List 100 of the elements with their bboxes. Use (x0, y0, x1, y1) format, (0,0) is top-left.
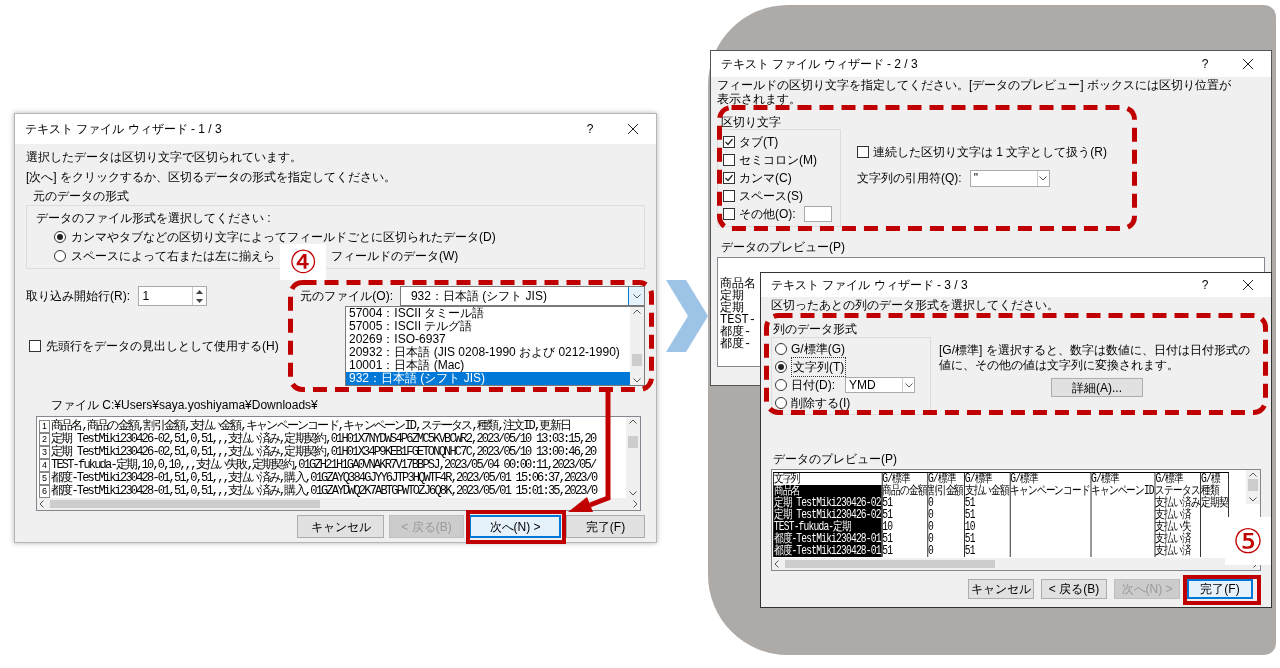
chevron-down-icon (632, 293, 641, 299)
checkbox-label: カンマ(C) (739, 170, 792, 187)
dropdown[interactable]: YMD (845, 377, 915, 393)
table-cell: 定期 TestMiki230426-02 (773, 509, 882, 521)
checkbox[interactable] (723, 172, 735, 184)
checkbox[interactable] (723, 190, 735, 202)
table-cell: 51 (881, 509, 928, 521)
radio-label: 文字列(T) (791, 357, 847, 377)
checkbox[interactable] (723, 208, 735, 220)
scrollbar-thumb[interactable] (628, 436, 638, 448)
table-cell: 0 (927, 521, 965, 533)
row-number: 4 (39, 459, 50, 472)
checkbox[interactable] (857, 146, 869, 158)
row-number: 1 (39, 420, 50, 433)
table-cell: 支払い済 (1155, 533, 1201, 545)
number-field[interactable]: 1 (137, 286, 208, 306)
radio-label: フィールドのデータ(W) (331, 247, 459, 265)
checkbox-label: タブ(T) (739, 134, 779, 151)
instruction-text: [次へ] をクリックするか、区切るデータの形式を指定してください。 (26, 169, 396, 186)
list-item[interactable]: 932：日本語 (シフト JIS) (346, 372, 630, 385)
radio-button[interactable] (775, 343, 787, 355)
table-cell: 51 (881, 497, 928, 509)
checkbox-label: スペース(S) (739, 188, 803, 205)
checkbox[interactable] (29, 340, 41, 352)
preview-line: 商品名 (720, 278, 756, 290)
close-icon (1243, 280, 1253, 290)
table-cell: 支払い済み (1155, 497, 1201, 509)
dropdown[interactable]: 932：日本語 (シフト JIS) (399, 286, 645, 306)
chevron-down-icon (633, 378, 641, 383)
preview-line: 都度- (720, 326, 752, 338)
scrollbar-thumb[interactable] (632, 354, 642, 366)
scrollbar-thumb[interactable] (785, 560, 995, 568)
radio-button[interactable] (775, 379, 787, 391)
radio-label: スペースによって右または左に揃えら (71, 247, 275, 265)
scrollbar-thumb[interactable] (50, 500, 320, 508)
dropdown[interactable]: " (969, 169, 1050, 187)
row-number: 5 (39, 472, 50, 485)
instruction-text: 選択したデータは区切り文字で区切られています。 (26, 149, 302, 166)
radio-label: カンマやタブなどの区切り文字によってフィールドごとに区切られたデータ(D) (71, 228, 496, 246)
table-cell: 51 (881, 533, 928, 545)
preview-line: 定期 (720, 302, 744, 314)
list-item[interactable]: 57004：ISCII タミール語 (346, 307, 630, 320)
radio-label: G/標準(G) (791, 341, 845, 358)
list-item[interactable]: 57005：ISCII テルグ語 (346, 320, 630, 333)
dialog-button[interactable]: キャンセル (297, 515, 384, 538)
step-number-badge: ④ (280, 244, 326, 280)
chevron-right-icon (633, 500, 638, 508)
group-label: 列のデータ形式 (773, 321, 857, 338)
dialog-button[interactable]: 次へ(N) > (469, 515, 561, 538)
help-button[interactable]: ? (1185, 273, 1225, 297)
table-cell: 都度-TestMiki230428-01 (773, 533, 882, 545)
preview-line: 定期 (720, 290, 744, 302)
checkbox[interactable] (723, 136, 735, 148)
scrollbar[interactable] (630, 307, 644, 385)
group-label: データのプレビュー(P) (721, 239, 845, 256)
preview-line: 都度- (720, 338, 752, 350)
list-item[interactable]: 20932：日本語 (JIS 0208-1990 および 0212-1990) (346, 346, 630, 359)
table-cell: TEST-fukuda-定期 (773, 521, 882, 533)
help-button[interactable]: ? (570, 114, 610, 144)
table-cell: 支払い失 (1155, 521, 1201, 533)
help-button[interactable]: ? (1185, 51, 1225, 77)
chevron-up-icon (633, 309, 641, 314)
radio-button[interactable] (54, 230, 66, 243)
chevron-down-icon (904, 382, 913, 388)
dialog-button[interactable]: 完了(F) (1187, 579, 1253, 599)
details-button[interactable]: 詳細(A)... (1051, 378, 1143, 397)
table-cell: 0 (927, 497, 965, 509)
table-cell: 0 (927, 545, 965, 557)
table-cell: 定期契 (1200, 497, 1229, 509)
table-cell: 51 (881, 545, 928, 557)
radio-button[interactable] (775, 361, 787, 373)
table-cell: 51 (964, 533, 1010, 545)
table-cell: 51 (964, 545, 1010, 557)
checkbox[interactable] (723, 154, 735, 166)
group-label: 区切り文字 (721, 114, 781, 131)
table-cell: キャンペーンID (1090, 485, 1156, 497)
scrollbar[interactable] (1246, 470, 1260, 504)
scrollbar[interactable] (772, 558, 1260, 570)
radio-button[interactable] (775, 397, 787, 409)
table-cell: 10 (964, 521, 1010, 533)
table-cell: 51 (964, 497, 1010, 509)
table-cell: 51 (964, 509, 1010, 521)
list-item[interactable]: 20269：ISO-6937 (346, 333, 630, 346)
dialog-button[interactable]: < 戻る(B) (1041, 579, 1107, 599)
radio-button[interactable] (54, 249, 66, 262)
radio-label: 日付(D): (791, 377, 835, 394)
scrollbar-thumb[interactable] (1248, 479, 1258, 491)
checkbox-label: 連続した区切り文字は 1 文字として扱う(R) (873, 144, 1107, 161)
list-item[interactable]: 10001：日本語 (Mac) (346, 359, 630, 372)
scrollbar[interactable] (37, 498, 640, 510)
dialog-button[interactable]: 完了(F) (566, 515, 645, 538)
chevron-down-icon (1039, 175, 1048, 181)
prompt-text: データのファイル形式を選択してください : (36, 210, 271, 227)
chevron-up-icon (629, 419, 637, 424)
row-number: 2 (39, 433, 50, 446)
row-number: 3 (39, 446, 50, 459)
dialog-button[interactable]: キャンセル (968, 579, 1034, 599)
scrollbar[interactable] (626, 417, 640, 498)
text-field[interactable] (803, 206, 832, 222)
triangle-down-icon (196, 298, 204, 303)
